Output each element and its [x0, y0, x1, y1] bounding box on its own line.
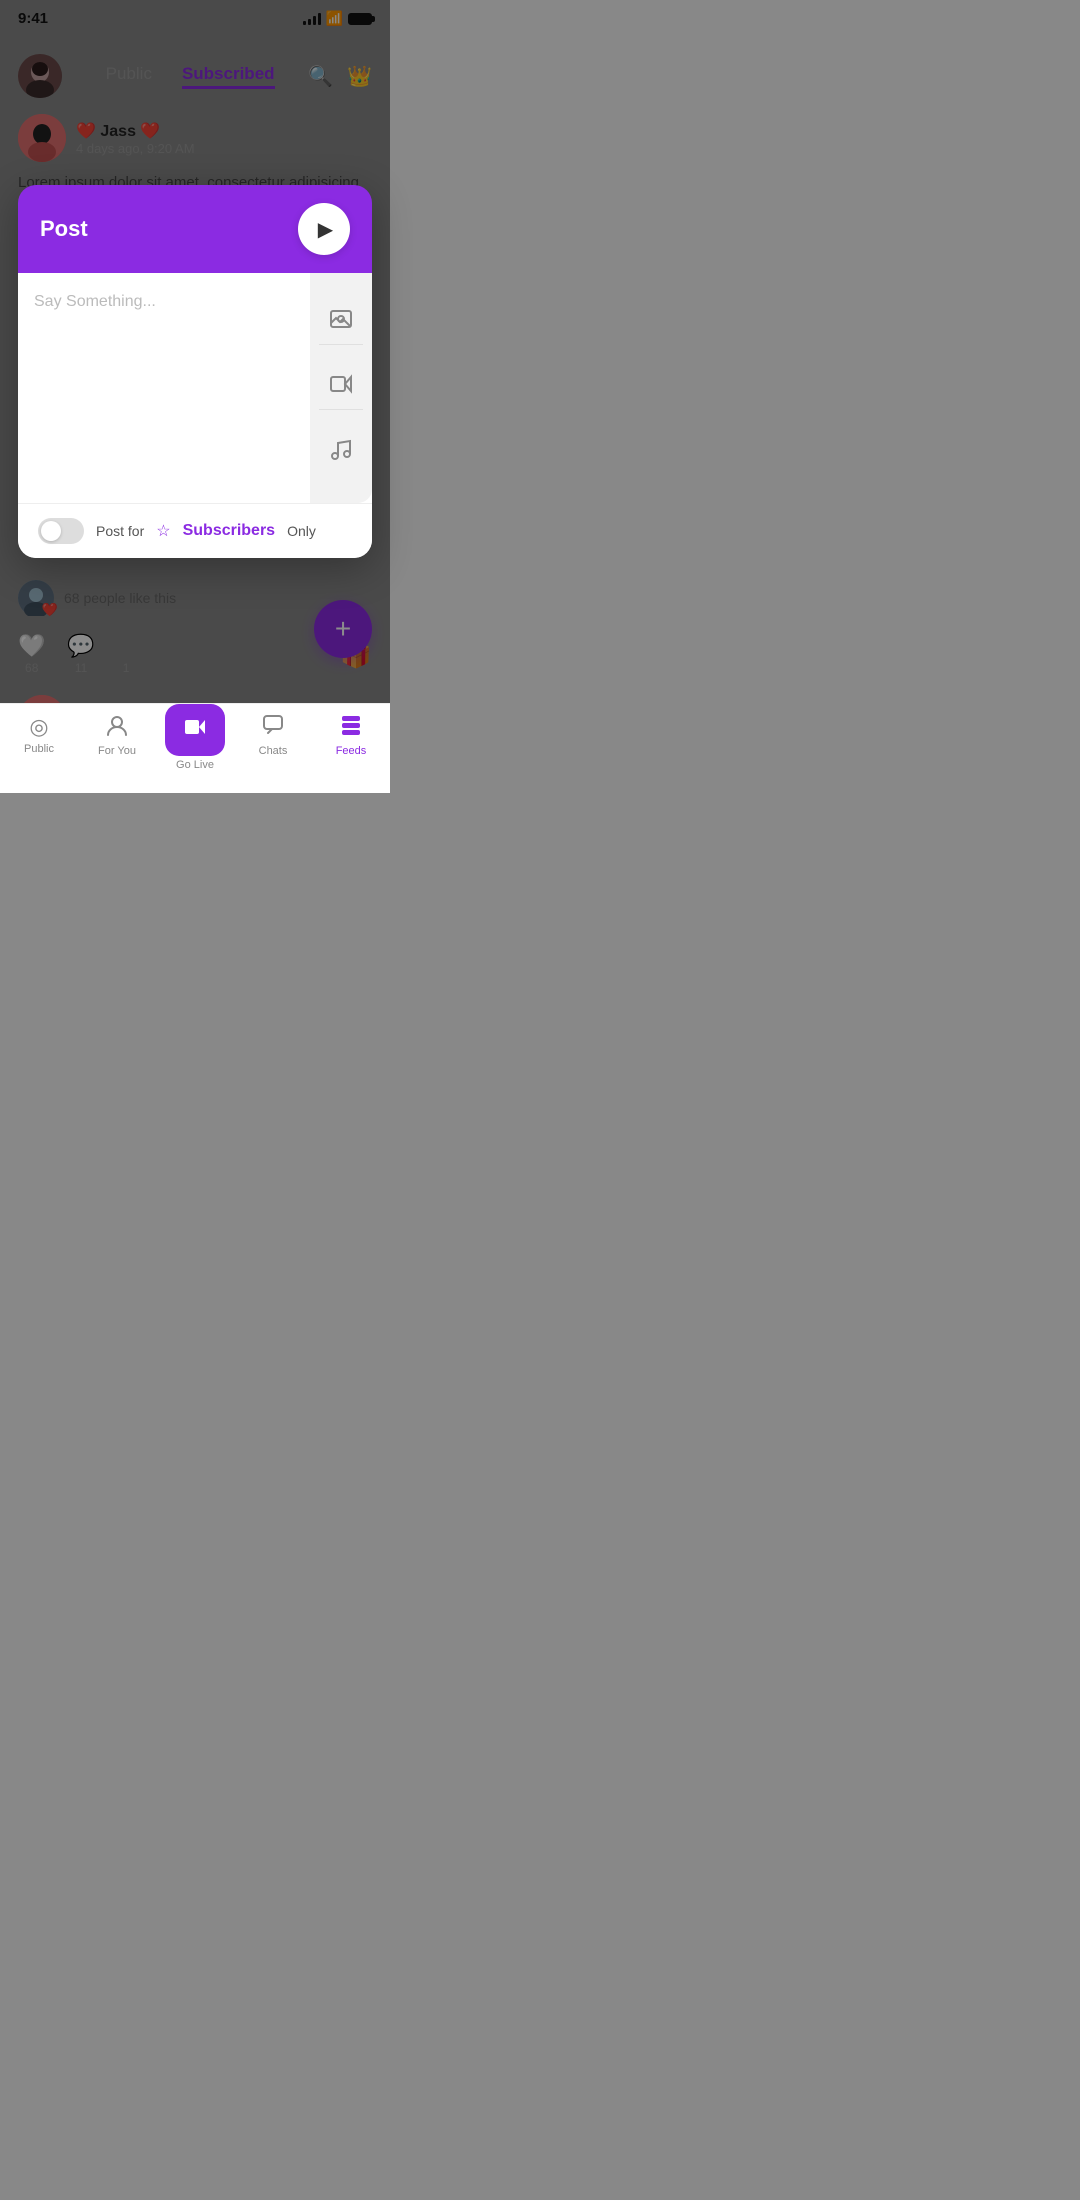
modal-header: Post ▶ — [18, 185, 372, 273]
feeds-label: Feeds — [336, 745, 367, 757]
modal-footer: Post for ☆ Subscribers Only — [18, 503, 372, 558]
video-icon — [329, 372, 353, 402]
go-live-button[interactable] — [165, 704, 225, 756]
send-icon: ▶ — [318, 217, 333, 242]
chats-label: Chats — [259, 745, 288, 757]
for-you-nav-icon — [106, 714, 128, 742]
modal-body: Say Something... — [18, 273, 372, 558]
go-live-label: Go Live — [176, 759, 214, 771]
subscribers-toggle[interactable] — [38, 518, 84, 544]
nav-go-live[interactable]: Go Live — [156, 714, 234, 771]
bottom-nav: ◎ Public For You Go Live — [0, 703, 390, 793]
chats-nav-icon — [262, 714, 284, 742]
post-placeholder: Say Something... — [34, 293, 156, 310]
post-modal: Post ▶ Say Something... — [18, 185, 372, 558]
nav-feeds[interactable]: Feeds — [312, 714, 390, 757]
photo-icon — [329, 308, 353, 338]
nav-for-you[interactable]: For You — [78, 714, 156, 757]
feeds-nav-icon — [340, 714, 362, 742]
media-buttons — [310, 273, 372, 503]
footer-subscribers[interactable]: Subscribers — [183, 522, 275, 540]
for-you-label: For You — [98, 745, 136, 757]
public-nav-icon: ◎ — [29, 714, 48, 740]
nav-chats[interactable]: Chats — [234, 714, 312, 757]
post-textarea[interactable]: Say Something... — [18, 273, 310, 503]
toggle-knob — [41, 521, 61, 541]
go-live-icon — [183, 715, 207, 745]
nav-public[interactable]: ◎ Public — [0, 714, 78, 755]
modal-content-area: Say Something... — [18, 273, 372, 503]
nav-public-label: Public — [24, 743, 54, 755]
send-button[interactable]: ▶ — [298, 203, 350, 255]
photo-button[interactable] — [319, 301, 363, 345]
footer-post-for: Post for — [96, 523, 144, 539]
music-icon — [329, 438, 353, 468]
video-button[interactable] — [319, 366, 363, 410]
music-button[interactable] — [319, 431, 363, 475]
modal-title: Post — [40, 216, 88, 242]
star-icon: ☆ — [156, 521, 170, 541]
footer-only: Only — [287, 523, 316, 539]
